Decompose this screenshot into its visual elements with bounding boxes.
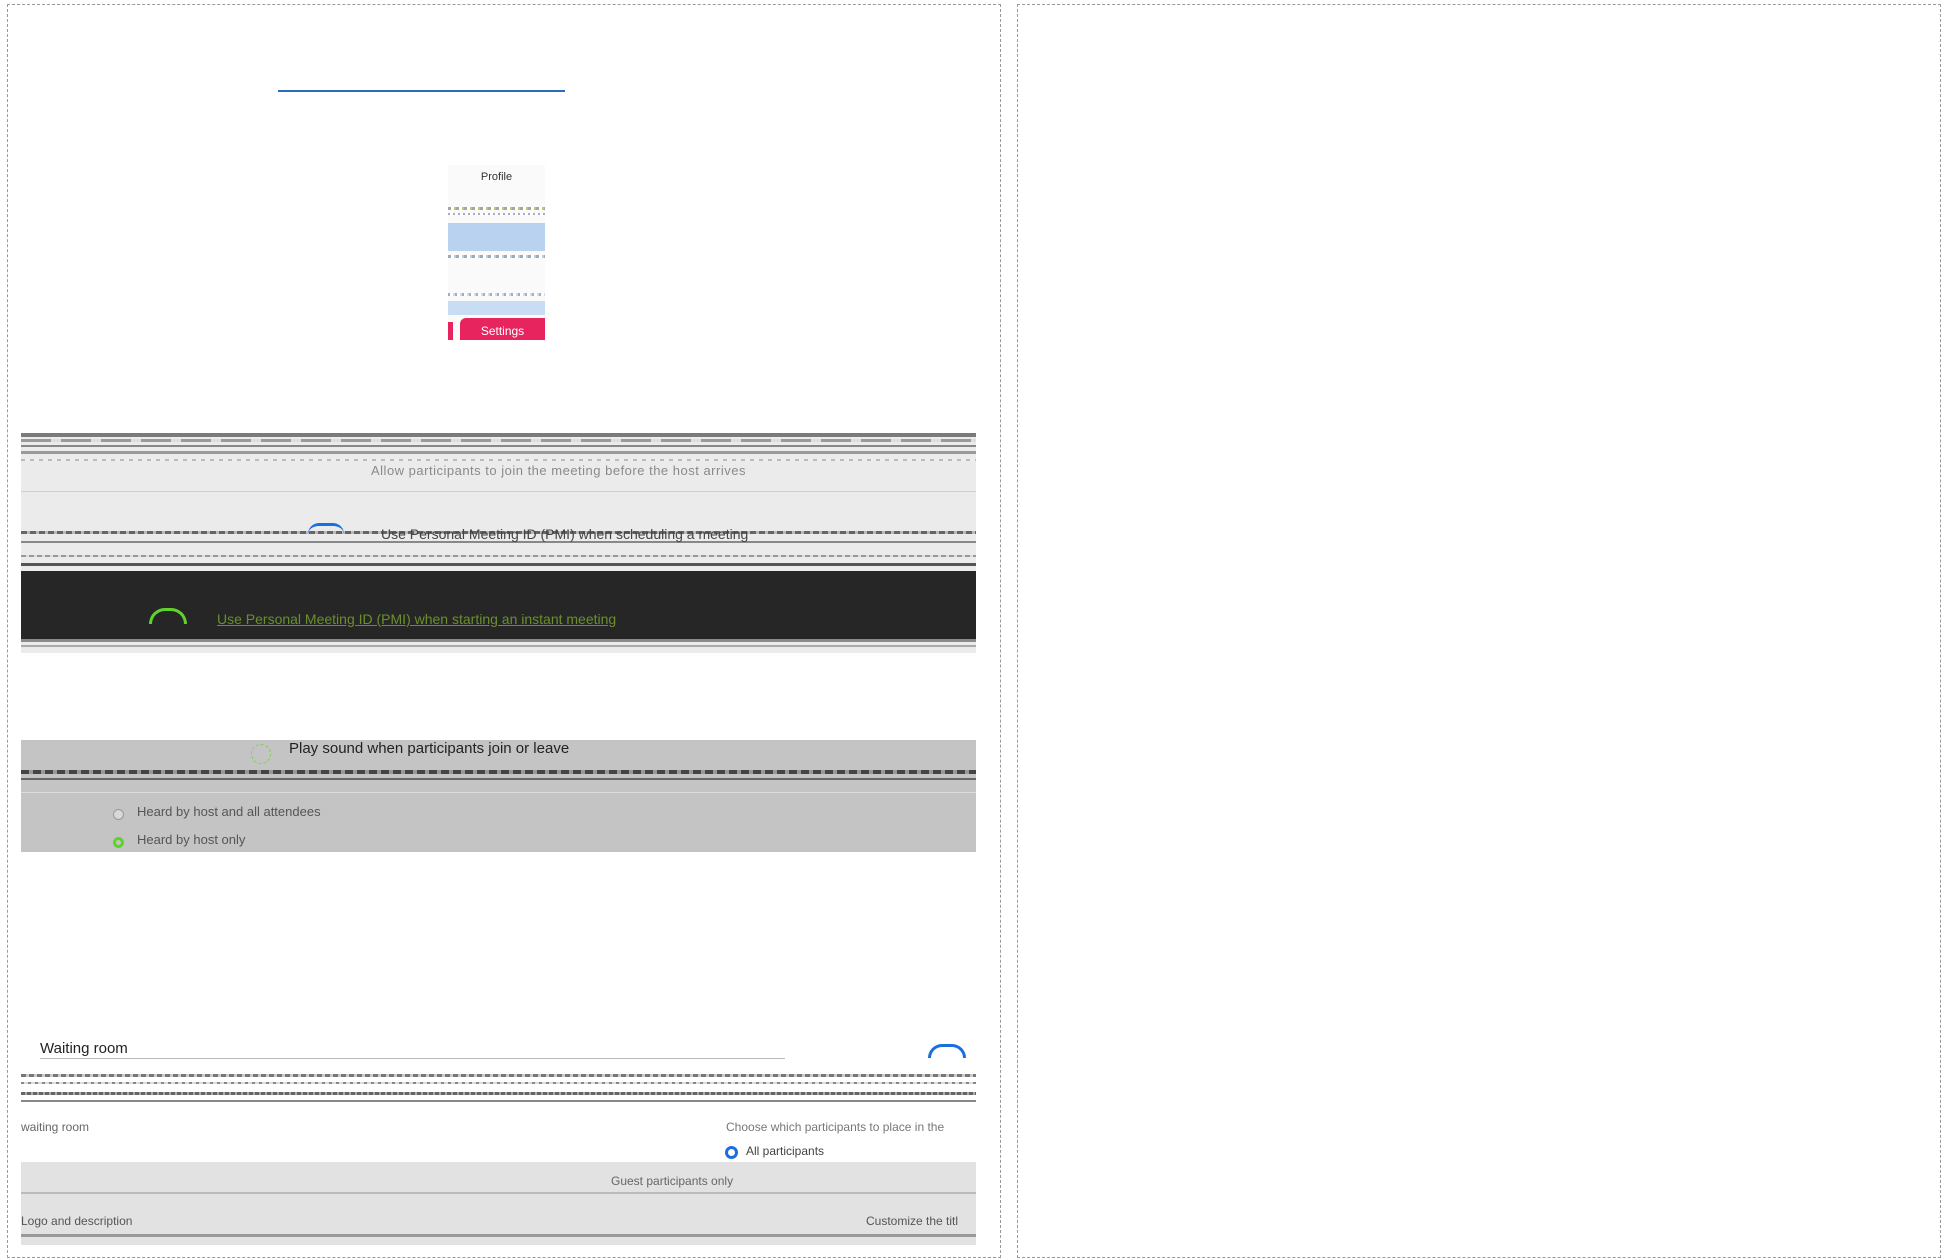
radio-label-host-and-attendees: Heard by host and all attendees: [137, 804, 321, 819]
radio-host-and-attendees[interactable]: [113, 809, 124, 820]
pmi-schedule-label: Use Personal Meeting ID (PMI) when sched…: [381, 526, 749, 542]
pmi-instant-label: Use Personal Meeting ID (PMI) when start…: [217, 611, 617, 627]
radio-label-all-participants: All participants: [746, 1144, 825, 1158]
logo-description-label: Logo and description: [21, 1214, 133, 1228]
radio-all-participants[interactable]: [725, 1146, 738, 1159]
menu-item-strip: [448, 213, 545, 215]
divider: [40, 1058, 785, 1059]
waiting-room-choose-label: Choose which participants to place in th…: [726, 1120, 945, 1134]
waiting-room-toggle[interactable]: [928, 1044, 966, 1058]
menu-item-highlight[interactable]: [448, 223, 545, 251]
profile-menu-thumbnail: Profile Settings: [448, 165, 545, 340]
radio-host-only[interactable]: [113, 837, 124, 848]
right-panel: [1017, 4, 1941, 1258]
waiting-room-section: waiting room Choose which participants t…: [21, 1062, 976, 1245]
menu-item-strip[interactable]: [448, 293, 545, 296]
settings-active-indicator: [448, 322, 453, 340]
settings-menu-item[interactable]: Settings: [460, 318, 545, 340]
top-link-underline[interactable]: [278, 90, 565, 92]
menu-item-highlight: [448, 301, 545, 315]
join-before-host-caption: Allow participants to join the meeting b…: [371, 463, 746, 478]
waiting-room-title: Waiting room: [40, 1040, 128, 1057]
menu-item-strip[interactable]: [448, 207, 545, 210]
profile-label[interactable]: Profile: [448, 171, 545, 183]
pmi-schedule-toggle[interactable]: [308, 523, 344, 534]
play-sound-checkbox[interactable]: [251, 744, 271, 764]
play-sound-title: Play sound when participants join or lea…: [289, 740, 570, 757]
menu-item-strip[interactable]: [448, 255, 545, 258]
play-sound-section: Play sound when participants join or lea…: [21, 740, 976, 852]
waiting-room-row-label: waiting room: [21, 1120, 90, 1134]
customize-title-link[interactable]: Customize the titl: [866, 1214, 958, 1228]
radio-label-guest-participants: Guest participants only: [611, 1174, 734, 1188]
waiting-room-options-bg: [21, 1162, 976, 1245]
meeting-settings-section: Allow participants to join the meeting b…: [21, 433, 976, 653]
radio-label-host-only: Heard by host only: [137, 832, 246, 847]
dark-row: [21, 571, 976, 639]
